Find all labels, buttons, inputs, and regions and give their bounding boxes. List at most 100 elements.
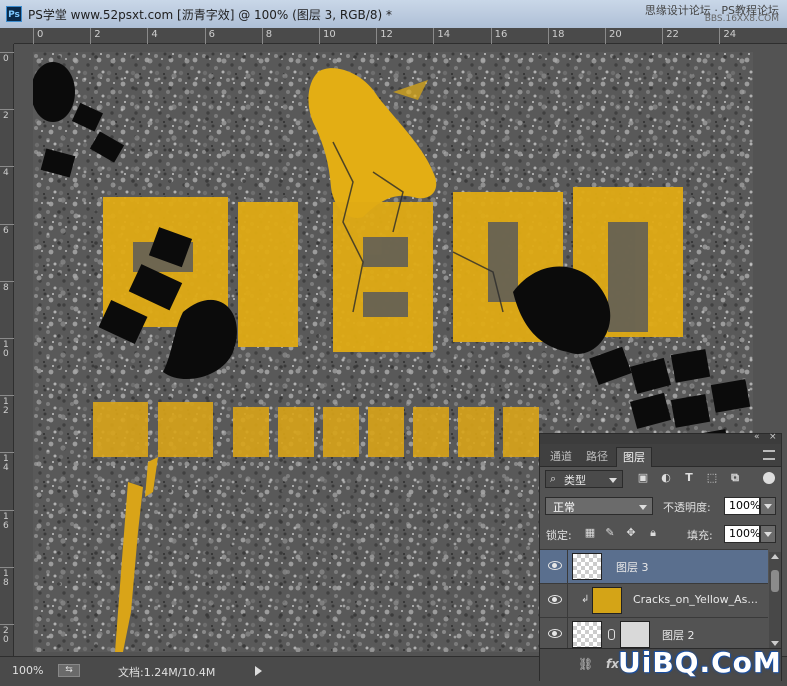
- chevron-down-icon: [639, 505, 647, 510]
- layer-row-layer2[interactable]: 图层 2: [540, 617, 768, 651]
- layer-thumbnail[interactable]: [592, 587, 622, 614]
- close-panel-icon[interactable]: ×: [769, 432, 777, 442]
- opacity-dropdown[interactable]: [760, 497, 776, 515]
- ruler-tick-v: 8: [0, 280, 14, 292]
- layer-row-cracks[interactable]: ↲ Cracks_on_Yellow_As...: [540, 583, 768, 617]
- ruler-label-v: 0: [3, 54, 9, 64]
- title-bar: Ps PS学堂 www.52psxt.com [沥青字效] @ 100% (图层…: [0, 0, 787, 29]
- layer-row-layer3[interactable]: 图层 3: [540, 549, 768, 583]
- eye-divider: [567, 618, 568, 651]
- watermark-line2: BBS.16XX8.COM: [704, 14, 779, 24]
- lock-icon[interactable]: 🔒︎: [647, 527, 659, 539]
- adjustment-filter-icon[interactable]: ◐: [659, 471, 673, 485]
- eye-divider: [567, 550, 568, 583]
- visibility-eye-icon[interactable]: [548, 594, 562, 604]
- ruler-label-v: 14: [3, 454, 9, 474]
- visibility-eye-icon[interactable]: [548, 560, 562, 570]
- move-icon[interactable]: ✥: [625, 527, 637, 539]
- ruler-label-v: 12: [3, 397, 9, 417]
- ruler-label-v: 8: [3, 282, 9, 293]
- chain-link-icon[interactable]: [608, 629, 615, 640]
- layer-name[interactable]: 图层 2: [662, 627, 695, 643]
- ruler-label-v: 2: [3, 111, 9, 122]
- layer-mask-thumbnail[interactable]: [620, 621, 650, 648]
- lock-row: 锁定: ▦ ✎ ✥ 🔒︎ 填充: 100%: [540, 522, 781, 546]
- ruler-tick-v: 12: [0, 395, 14, 416]
- ruler-tick-h: 0: [33, 28, 43, 44]
- ruler-label-h: 22: [666, 29, 679, 40]
- ruler-label-h: 0: [37, 29, 44, 40]
- ruler-tick-h: 2: [90, 28, 101, 44]
- ruler-label-v: 4: [3, 168, 9, 179]
- ruler-tick-v: 14: [0, 452, 14, 473]
- layer-filter-row: ⌕ 类型 ▣ ◐ T ⬚ ⧉: [540, 467, 781, 491]
- ruler-tick-h: 10: [319, 28, 336, 44]
- layers-panel: « × 通道 路径 图层 ⌕ 类型 ▣ ◐ T ⬚ ⧉ 正常 不透明度: 100…: [539, 432, 782, 681]
- filter-kind-select[interactable]: ⌕ 类型: [545, 470, 623, 488]
- lock-transparent-icon[interactable]: ▦: [584, 527, 596, 539]
- ruler-label-v: 16: [3, 511, 9, 531]
- tab-layers[interactable]: 图层: [616, 447, 652, 467]
- status-toggle-icon[interactable]: ⇆: [58, 664, 80, 677]
- document-title: PS学堂 www.52psxt.com [沥青字效] @ 100% (图层 3,…: [28, 8, 392, 22]
- eye-divider: [567, 584, 568, 617]
- layer-name[interactable]: Cracks_on_Yellow_As...: [633, 593, 758, 606]
- scroll-up-icon[interactable]: [771, 554, 779, 559]
- ruler-label-h: 20: [609, 29, 622, 40]
- zoom-level[interactable]: 100%: [12, 664, 43, 677]
- smartobject-filter-icon[interactable]: ⧉: [728, 471, 742, 485]
- ruler-label-h: 24: [723, 29, 737, 40]
- brush-icon[interactable]: ✎: [604, 527, 616, 539]
- panel-tabs: 通道 路径 图层: [540, 444, 781, 467]
- opacity-input[interactable]: 100%: [724, 497, 760, 515]
- ruler-tick-h: 18: [547, 28, 565, 44]
- ruler-origin[interactable]: [0, 28, 14, 44]
- layer-thumbnail[interactable]: [572, 621, 602, 648]
- ruler-label-v: 18: [3, 568, 9, 588]
- panel-menu-icon[interactable]: [763, 450, 775, 460]
- ruler-tick-h: 20: [605, 28, 622, 44]
- ruler-tick-h: 14: [433, 28, 450, 44]
- type-filter-icon[interactable]: T: [682, 471, 696, 485]
- ruler-label-h: 12: [380, 29, 393, 40]
- shape-filter-icon[interactable]: ⬚: [705, 471, 719, 485]
- image-filter-icon[interactable]: ▣: [636, 471, 650, 485]
- scroll-thumb[interactable]: [771, 570, 779, 592]
- ruler-label-v: 6: [3, 225, 9, 236]
- status-menu-arrow-icon[interactable]: [255, 666, 262, 676]
- blend-mode-select[interactable]: 正常: [545, 497, 653, 515]
- fill-dropdown[interactable]: [760, 525, 776, 543]
- clipping-mask-icon: ↲: [581, 594, 590, 605]
- link-icon[interactable]: ⛓: [578, 657, 593, 671]
- ruler-tick-h: 16: [490, 28, 507, 44]
- layer-thumbnail[interactable]: [572, 553, 602, 580]
- ruler-label-v: 20: [3, 626, 9, 645]
- tab-paths[interactable]: 路径: [580, 447, 614, 466]
- ruler-tick-h: 22: [662, 28, 679, 44]
- ruler-tick-v: 2: [0, 109, 14, 121]
- horizontal-ruler[interactable]: 0 2 4 6 8 10 12 14 16 18 20 22 24: [14, 28, 787, 44]
- opacity-label: 不透明度:: [663, 501, 711, 514]
- collapse-panel-icon[interactable]: «: [754, 432, 760, 442]
- visibility-eye-icon[interactable]: [548, 628, 562, 638]
- ruler-tick-v: 18: [0, 566, 14, 587]
- ruler-label-h: 2: [94, 29, 101, 40]
- tab-channels[interactable]: 通道: [544, 447, 578, 466]
- ruler-tick-v: 0: [0, 52, 14, 64]
- layer-name[interactable]: 图层 3: [616, 559, 649, 575]
- vertical-ruler[interactable]: 0 2 4 6 8 10 12 14 16 18 20: [0, 44, 14, 656]
- filter-toggle-icon[interactable]: [763, 472, 775, 484]
- ruler-tick-v: 10: [0, 338, 14, 359]
- ruler-tick-h: 24: [719, 28, 736, 44]
- ruler-label-h: 10: [323, 29, 336, 40]
- ruler-tick-h: 12: [376, 28, 393, 44]
- fill-input[interactable]: 100%: [724, 525, 760, 543]
- ruler-tick-v: 16: [0, 509, 14, 530]
- lock-label: 锁定:: [546, 529, 572, 542]
- ruler-tick-v: 20: [0, 624, 14, 645]
- ruler-tick-h: 4: [147, 28, 158, 44]
- panel-title-strip[interactable]: « ×: [540, 432, 781, 444]
- ruler-label-h: 16: [494, 29, 508, 40]
- ruler-label-h: 6: [208, 29, 215, 40]
- layers-scrollbar[interactable]: [769, 552, 781, 648]
